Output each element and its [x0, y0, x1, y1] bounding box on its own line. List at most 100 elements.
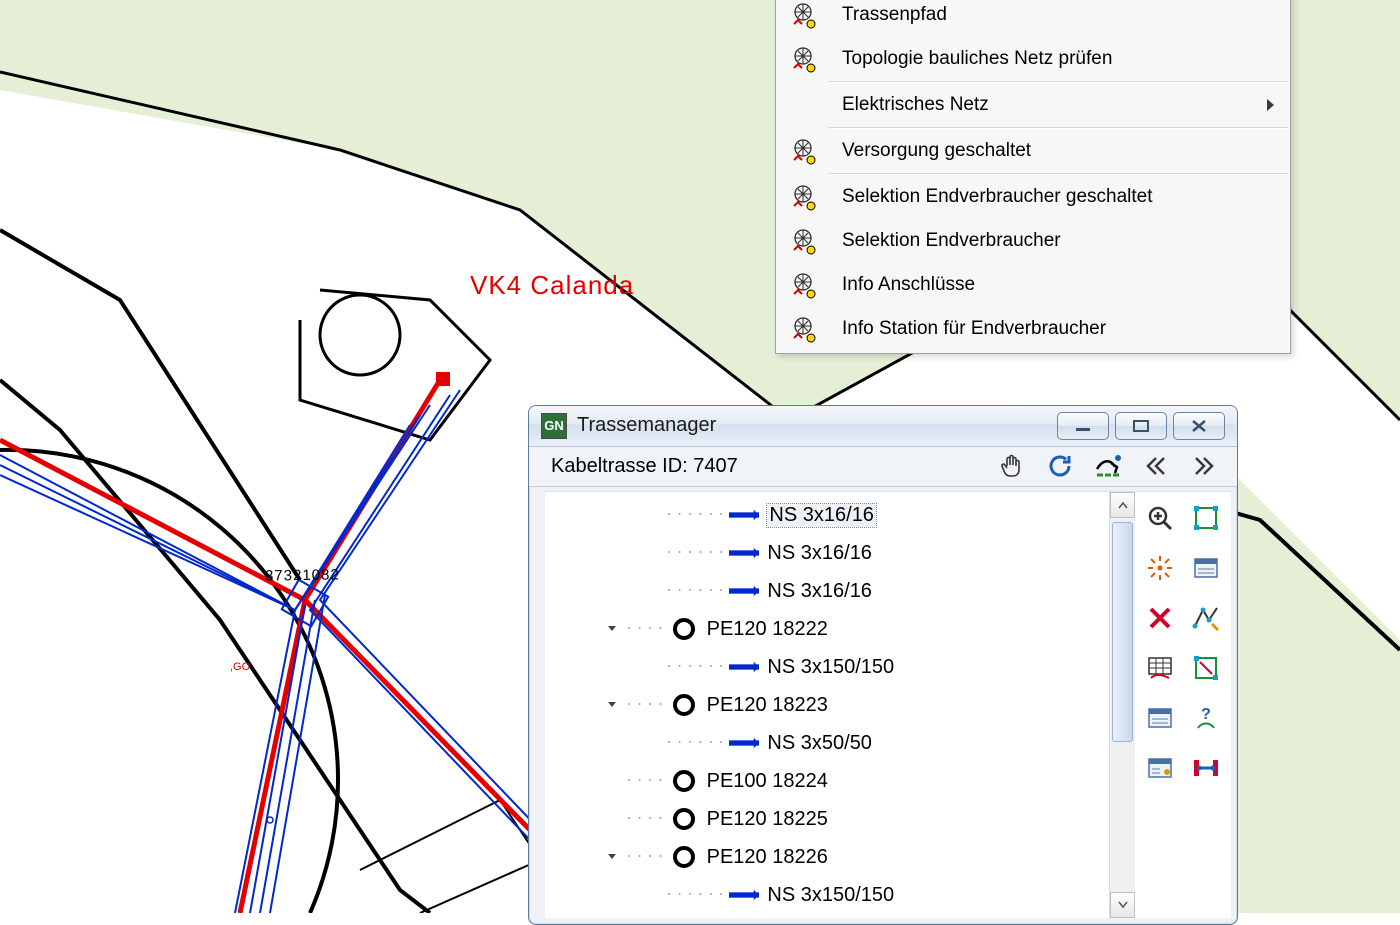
- filter-shape-icon: [1192, 654, 1220, 682]
- edit-shape-button[interactable]: [1186, 498, 1226, 538]
- tree-item[interactable]: ······NS 3x16/16: [565, 572, 1105, 610]
- tree-item[interactable]: ····PE120 18222: [565, 610, 1105, 648]
- scroll-up-button[interactable]: [1110, 492, 1135, 518]
- network-trace-icon: [788, 44, 818, 74]
- hand-pan-button[interactable]: [997, 451, 1027, 481]
- refresh-icon: [1047, 453, 1073, 479]
- tree-item[interactable]: ······NS 3x16/16: [565, 534, 1105, 572]
- delete-button[interactable]: [1140, 598, 1180, 638]
- tree-item-label: PE120 18225: [707, 808, 828, 831]
- properties-icon: [1192, 554, 1220, 582]
- grid-icon: [1146, 654, 1174, 682]
- tree-view[interactable]: ······NS 3x16/16······NS 3x16/16······NS…: [545, 492, 1109, 918]
- menu-item-elektrisches-netz[interactable]: Elektrisches Netz: [778, 83, 1288, 127]
- next-button[interactable]: [1189, 451, 1219, 481]
- cable-icon: [729, 581, 759, 601]
- cable-icon: [729, 505, 759, 525]
- chevron-left-double-icon: [1144, 454, 1168, 478]
- kabeltrasse-id: Kabeltrasse ID: 7407: [551, 455, 979, 478]
- tree-item[interactable]: ······NS 3x16/16: [565, 496, 1105, 534]
- edit-line-button[interactable]: [1186, 598, 1226, 638]
- network-trace-icon: [788, 136, 818, 166]
- expander-icon[interactable]: [605, 698, 619, 712]
- small-red-label: ,GO: [230, 661, 250, 673]
- tree-item[interactable]: ······NS 3x150/150: [565, 648, 1105, 686]
- cable-icon: [729, 885, 759, 905]
- menu-item-versorgung-geschaltet[interactable]: Versorgung geschaltet: [778, 129, 1288, 173]
- minimize-icon: [1074, 419, 1092, 433]
- menu-item-info-station[interactable]: Info Station für Endverbraucher: [778, 307, 1288, 351]
- edit-shape-icon: [1192, 504, 1220, 532]
- minimize-button[interactable]: [1057, 412, 1109, 440]
- prev-button[interactable]: [1141, 451, 1171, 481]
- menu-item-trassenpfad[interactable]: Trassenpfad: [778, 0, 1288, 37]
- highlight-button[interactable]: [1140, 548, 1180, 588]
- grid3-icon: [1146, 754, 1174, 782]
- tree-item-label: NS 3x16/16: [767, 542, 872, 565]
- network-trace-icon: [788, 270, 818, 300]
- span-button[interactable]: [1186, 748, 1226, 788]
- tree-item-label: NS 3x50/50: [767, 732, 872, 755]
- window-title: Trassemanager: [577, 414, 1051, 437]
- filter-shape-button[interactable]: [1186, 648, 1226, 688]
- network-trace-icon: [788, 0, 818, 30]
- help-button[interactable]: ?: [1186, 698, 1226, 738]
- app-icon: GN: [541, 413, 567, 439]
- zoom-in-icon: [1146, 504, 1174, 532]
- menu-item-topologie-pruefen[interactable]: Topologie bauliches Netz prüfen: [778, 37, 1288, 81]
- close-button[interactable]: [1173, 412, 1225, 440]
- tree-item-label: PE120 18226: [707, 846, 828, 869]
- caret-down-icon: [1118, 900, 1128, 910]
- question-icon: ?: [1192, 704, 1220, 732]
- cable-icon: [729, 733, 759, 753]
- tree-item[interactable]: ····PE120 18225: [565, 800, 1105, 838]
- table-button[interactable]: [1140, 648, 1180, 688]
- hand-icon: [998, 452, 1026, 480]
- network-trace-icon: [788, 226, 818, 256]
- titlebar[interactable]: GN Trassemanager: [529, 406, 1237, 447]
- menu-item-selektion-endverbraucher[interactable]: Selektion Endverbraucher: [778, 219, 1288, 263]
- expander-icon[interactable]: [605, 812, 619, 826]
- tree-item[interactable]: ····PE120 18223: [565, 686, 1105, 724]
- refresh-button[interactable]: [1045, 451, 1075, 481]
- maximize-button[interactable]: [1115, 412, 1167, 440]
- tree-item-label: NS 3x150/150: [767, 884, 894, 907]
- context-menu: Trassenpfad Topologie bauliches Netz prü…: [775, 0, 1291, 354]
- expander-icon[interactable]: [605, 774, 619, 788]
- menu-item-info-anschluesse[interactable]: Info Anschlüsse: [778, 263, 1288, 307]
- window-body: ······NS 3x16/16······NS 3x16/16······NS…: [545, 491, 1231, 918]
- delete-icon: [1147, 605, 1173, 631]
- expander-icon[interactable]: [605, 850, 619, 864]
- close-icon: [1190, 419, 1208, 433]
- tree-item[interactable]: ····PE120 18226: [565, 838, 1105, 876]
- cable-icon: [729, 657, 759, 677]
- grid2-icon: [1146, 704, 1174, 732]
- tree-item[interactable]: ······NS 3x150/150: [565, 876, 1105, 914]
- highlight-icon: [1146, 554, 1174, 582]
- export-icon: [1093, 453, 1123, 479]
- pipe-icon: [669, 619, 699, 639]
- submenu-arrow-icon: [1267, 99, 1274, 111]
- scroll-down-button[interactable]: [1110, 892, 1135, 918]
- properties-button[interactable]: [1186, 548, 1226, 588]
- table2-button[interactable]: [1140, 698, 1180, 738]
- tree-item-label: NS 3x16/16: [767, 504, 876, 527]
- edit-line-icon: [1192, 604, 1220, 632]
- zoom-in-button[interactable]: [1140, 498, 1180, 538]
- tree-item[interactable]: ······NS 3x50/50: [565, 724, 1105, 762]
- tree-item[interactable]: ····PE100 18224: [565, 762, 1105, 800]
- scrollbar[interactable]: [1109, 492, 1135, 918]
- station-label: VK4 Calanda: [470, 270, 634, 301]
- export-button[interactable]: [1093, 451, 1123, 481]
- svg-text:?: ?: [1201, 706, 1211, 723]
- menu-item-selektion-endverbraucher-geschaltet[interactable]: Selektion Endverbraucher geschaltet: [778, 175, 1288, 219]
- table3-button[interactable]: [1140, 748, 1180, 788]
- toolbar: Kabeltrasse ID: 7407: [529, 447, 1237, 488]
- expander-icon[interactable]: [605, 622, 619, 636]
- parcel-label: 37321082: [265, 566, 340, 584]
- chevron-right-double-icon: [1192, 454, 1216, 478]
- maximize-icon: [1132, 419, 1150, 433]
- cable-icon: [729, 543, 759, 563]
- scroll-thumb[interactable]: [1112, 522, 1133, 742]
- pipe-icon: [669, 809, 699, 829]
